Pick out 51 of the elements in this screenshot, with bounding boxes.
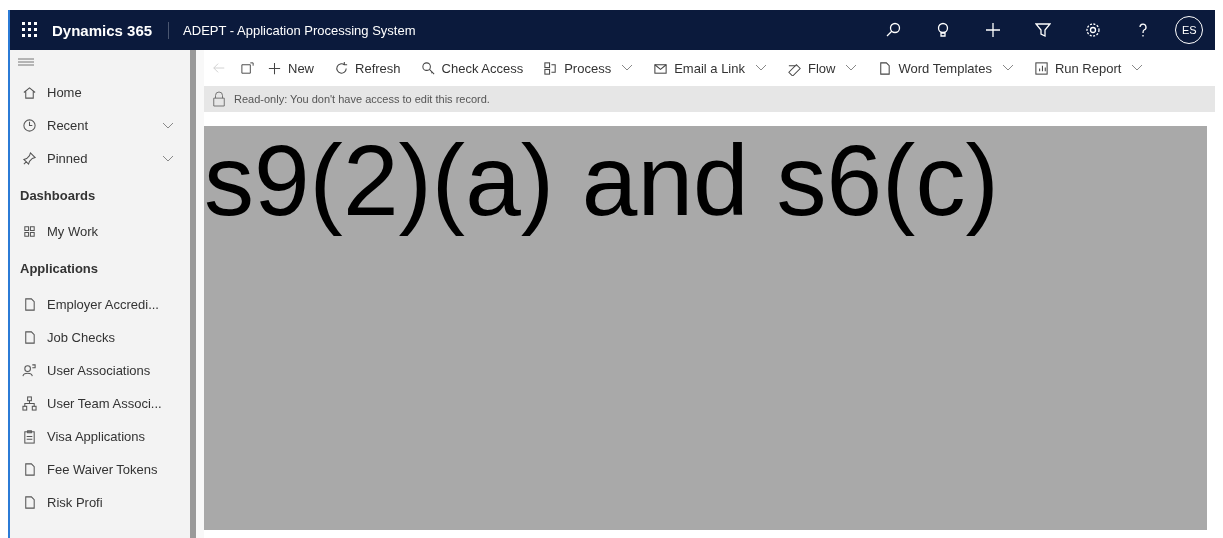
sidebar-item[interactable]: Risk Profi [18,486,178,519]
chevron-down-icon [162,121,174,130]
sidebar-item[interactable]: Pinned [18,142,178,175]
chart-icon [1033,60,1049,76]
app-name[interactable]: Dynamics 365 [52,21,170,39]
command-button[interactable]: Word Templates [869,56,1022,80]
document-icon [22,297,37,312]
pin-icon [22,151,37,166]
command-button[interactable]: Process [535,56,642,80]
read-only-notice: Read-only: You don't have access to edit this record. [234,93,490,105]
plus-icon[interactable] [985,22,1001,38]
document-icon [22,495,37,510]
command-button[interactable]: Email a Link [645,56,775,80]
lock-icon [212,91,226,107]
process-icon [543,60,559,76]
command-button[interactable]: Refresh [326,56,409,80]
lightbulb-icon[interactable] [935,22,951,38]
sidebar-item[interactable]: Job Checks [18,321,178,354]
sidebar-item[interactable]: User Team Associ... [18,387,178,420]
sidebar-heading: Dashboards [19,186,97,205]
sidebar-item[interactable]: User Associations [18,354,178,387]
command-button[interactable]: Run Report [1025,56,1152,80]
settings-icon[interactable] [1085,22,1101,38]
sidebar-item[interactable]: Recent [18,109,178,142]
redaction-block: s9(2)(a) and s6(c) [204,126,1207,530]
document-icon [877,60,893,76]
sidebar-item[interactable]: My Work [18,215,178,248]
chevron-down-icon [162,154,174,163]
command-button[interactable]: Check Access [412,56,532,80]
sidebar-heading: Applications [19,259,99,278]
plus-icon [267,60,282,76]
document-icon [22,462,37,477]
app-launcher-icon[interactable] [22,22,38,38]
refresh-icon [334,60,349,76]
sidebar-item[interactable]: Home [18,76,178,109]
sidebar-item[interactable]: Employer Accredi... [18,288,178,321]
clock-icon [22,118,37,133]
filter-icon[interactable] [1035,22,1051,38]
sidebar-item[interactable]: Visa Applications [18,420,178,453]
hierarchy-icon [22,396,37,411]
document-icon [22,330,37,345]
command-button[interactable]: New [259,56,322,80]
home-icon [22,85,37,100]
search-icon[interactable] [885,22,901,38]
people-icon [22,363,37,378]
grid-icon [22,224,37,239]
popout-icon[interactable] [240,60,255,76]
command-button[interactable]: Flow [779,56,866,80]
app-title: ADEPT - Application Processing System [183,22,417,38]
clipboard-icon [22,429,37,444]
sidebar-item[interactable]: Fee Waiver Tokens [18,453,178,486]
